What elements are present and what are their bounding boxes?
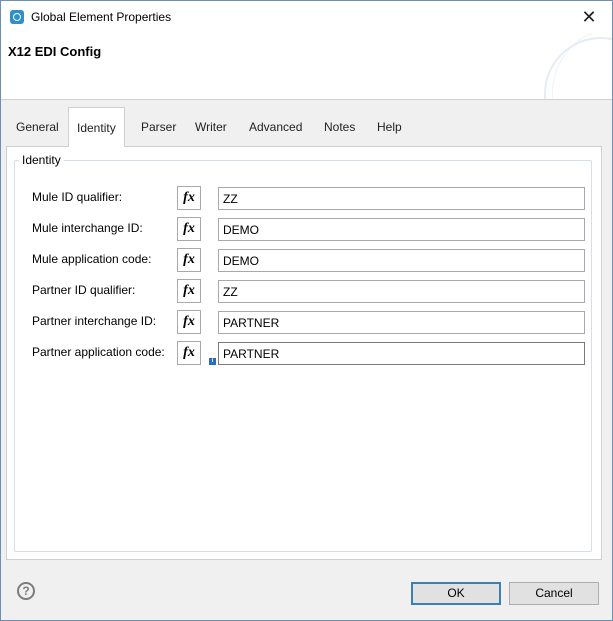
button-bar: ? OK Cancel <box>1 562 612 620</box>
partner-application-code-row: Partner application code: fx i <box>15 341 593 367</box>
mule-application-code-input[interactable] <box>218 249 585 272</box>
tab-help[interactable]: Help <box>369 109 410 145</box>
expression-toggle-button[interactable]: fx <box>177 248 201 272</box>
window-title: Global Element Properties <box>31 10 172 24</box>
partner-interchange-id-input[interactable] <box>218 311 585 334</box>
info-icon: i <box>209 358 216 365</box>
identity-panel: Identity Mule ID qualifier: fx Mule inte… <box>6 146 602 560</box>
help-icon[interactable]: ? <box>17 582 35 600</box>
cancel-button[interactable]: Cancel <box>509 582 599 605</box>
expression-toggle-button[interactable]: fx <box>177 279 201 303</box>
title-bar[interactable]: Global Element Properties ✕ <box>1 1 612 33</box>
expression-toggle-button[interactable]: fx <box>177 217 201 241</box>
expression-toggle-button[interactable]: fx <box>177 341 201 365</box>
mule-interchange-id-label: Mule interchange ID: <box>32 221 143 235</box>
mule-application-code-row: Mule application code: fx <box>15 248 593 274</box>
partner-application-code-label: Partner application code: <box>32 345 165 359</box>
tab-identity[interactable]: Identity <box>68 107 125 147</box>
tab-writer[interactable]: Writer <box>187 109 235 145</box>
mule-id-qualifier-input[interactable] <box>218 187 585 210</box>
tab-notes[interactable]: Notes <box>316 109 363 145</box>
identity-group: Identity Mule ID qualifier: fx Mule inte… <box>14 153 592 552</box>
partner-interchange-id-row: Partner interchange ID: fx <box>15 310 593 336</box>
mule-id-qualifier-row: Mule ID qualifier: fx <box>15 186 593 212</box>
mule-id-qualifier-label: Mule ID qualifier: <box>32 190 123 204</box>
close-icon[interactable]: ✕ <box>566 1 612 33</box>
mule-application-code-label: Mule application code: <box>32 252 152 266</box>
identity-group-label: Identity <box>22 153 61 167</box>
ok-button[interactable]: OK <box>411 582 501 605</box>
tab-general[interactable]: General <box>8 109 67 145</box>
mule-interchange-id-input[interactable] <box>218 218 585 241</box>
page-title: X12 EDI Config <box>8 44 102 59</box>
partner-application-code-input[interactable] <box>218 342 585 365</box>
tab-bar: General Identity Parser Writer Advanced … <box>6 107 606 147</box>
mule-interchange-id-row: Mule interchange ID: fx <box>15 217 593 243</box>
partner-interchange-id-label: Partner interchange ID: <box>32 314 157 328</box>
dialog-window: Global Element Properties ✕ X12 EDI Conf… <box>0 0 613 621</box>
expression-toggle-button[interactable]: fx <box>177 186 201 210</box>
partner-id-qualifier-row: Partner ID qualifier: fx <box>15 279 593 305</box>
dialog-header: X12 EDI Config <box>1 33 612 100</box>
header-decoration <box>544 37 612 99</box>
partner-id-qualifier-input[interactable] <box>218 280 585 303</box>
partner-id-qualifier-label: Partner ID qualifier: <box>32 283 136 297</box>
mule-app-icon <box>10 10 24 24</box>
expression-toggle-button[interactable]: fx <box>177 310 201 334</box>
tab-advanced[interactable]: Advanced <box>241 109 310 145</box>
tab-parser[interactable]: Parser <box>133 109 184 145</box>
